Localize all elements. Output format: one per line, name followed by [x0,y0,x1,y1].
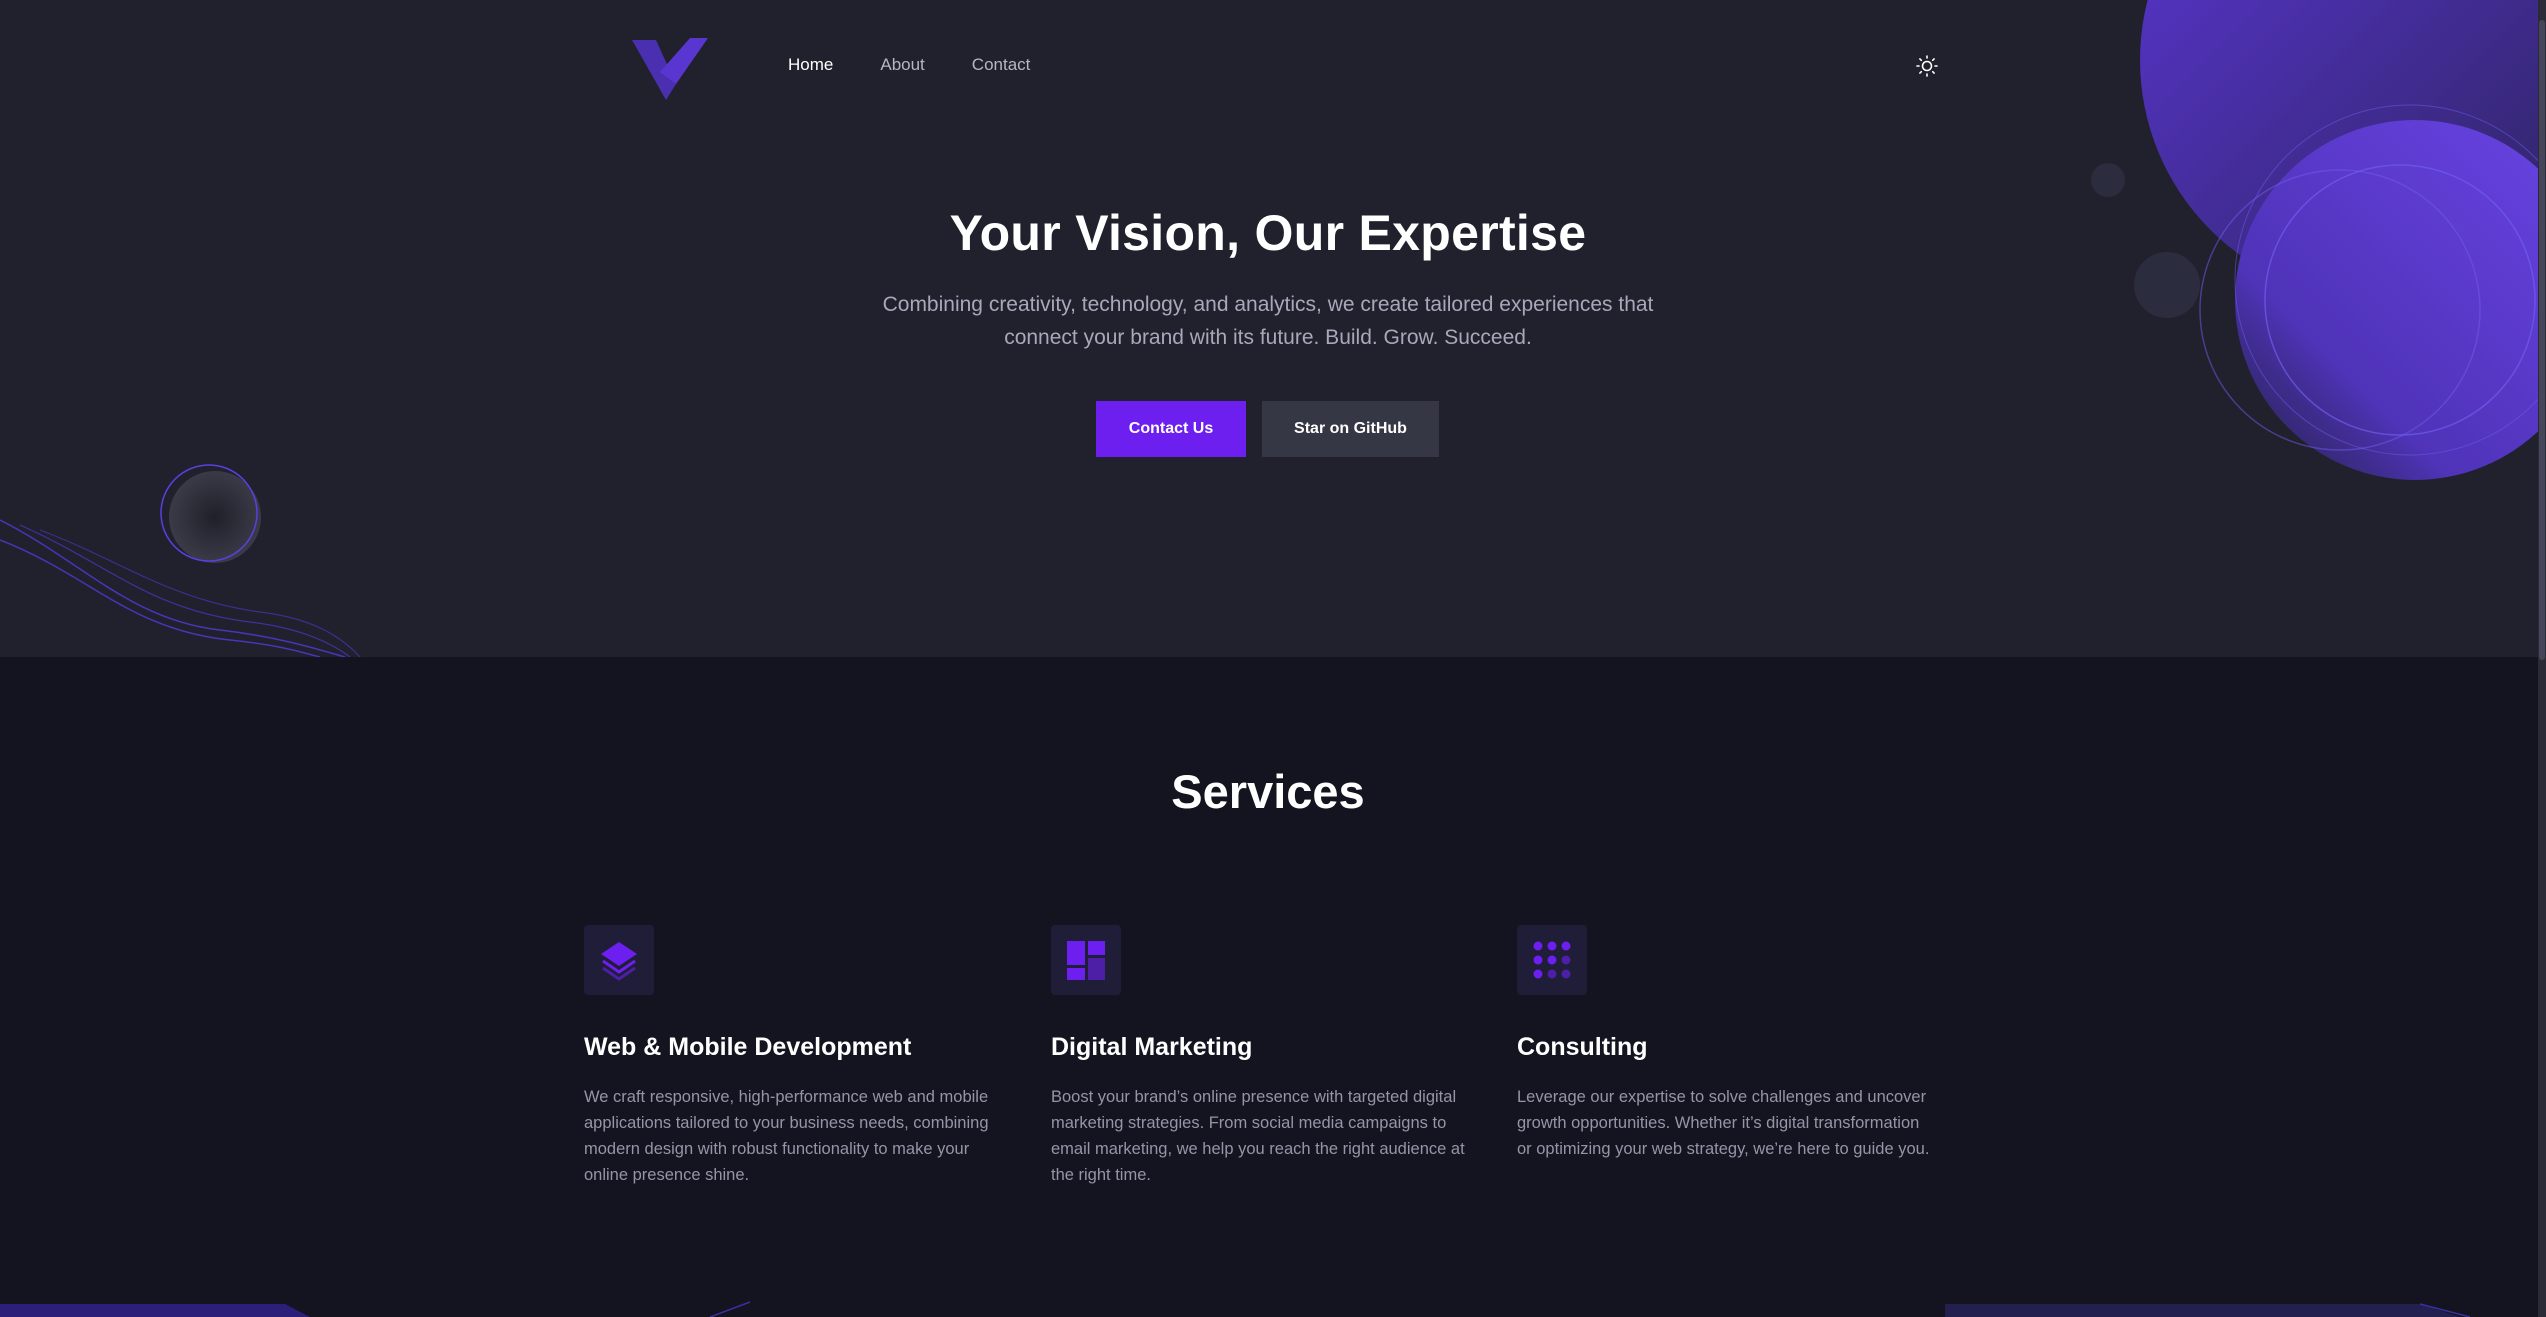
service-card-consulting: Consulting Leverage our expertise to sol… [1517,925,1937,1162]
nav-link-about[interactable]: About [880,54,924,76]
service-icon-box [1517,925,1587,995]
service-title: Digital Marketing [1051,1033,1253,1061]
nav-link-contact[interactable]: Contact [972,54,1031,76]
contact-us-button[interactable]: Contact Us [1096,401,1246,457]
navbar: Home About Contact [630,30,1938,106]
service-icon-box [584,925,654,995]
footer-decoration [0,1301,2471,1317]
theme-toggle-button[interactable] [1911,50,1943,82]
service-description: Leverage our expertise to solve challeng… [1517,1088,1930,1158]
service-title: Consulting [1517,1033,1648,1061]
nav-links: Home About Contact [788,54,1077,76]
grid-dots-icon [1533,941,1571,979]
layers-icon [601,942,637,981]
star-on-github-button[interactable]: Star on GitHub [1262,401,1439,457]
service-card-digital-marketing: Digital Marketing Boost your brand’s onl… [1051,925,1471,1188]
services-title: Services [1171,765,1365,818]
service-icon-box [1051,925,1121,995]
nav-link-home[interactable]: Home [788,54,833,76]
hero-title: Your Vision, Our Expertise [949,205,1587,261]
dashboard-icon [1067,941,1105,980]
hero-section: Home About Contact Your Vision, Our Expe… [0,0,2546,657]
sun-icon [1916,55,1938,77]
service-title: Web & Mobile Development [584,1033,912,1061]
service-description: Boost your brand’s online presence with … [1051,1088,1465,1184]
hero-subtitle: Combining creativity, technology, and an… [882,293,1654,349]
service-description: We craft responsive, high-performance we… [584,1088,989,1184]
service-card-web-mobile: Web & Mobile Development We craft respon… [584,925,1004,1188]
v-logo-icon[interactable] [630,34,708,100]
scrollbar-thumb[interactable] [2539,20,2545,660]
